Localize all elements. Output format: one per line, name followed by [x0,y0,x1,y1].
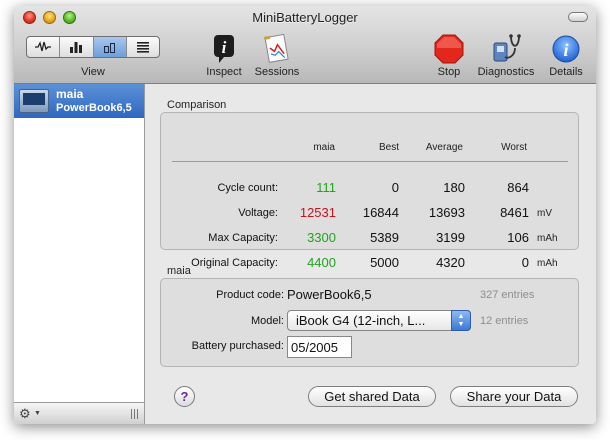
header-divider [172,161,568,162]
chevron-down-icon: ▼ [34,410,41,417]
resize-grip-icon[interactable] [131,409,138,419]
sessions-icon [263,33,289,63]
diagnostics-button[interactable]: Diagnostics [474,32,538,78]
view-label: View [81,66,105,78]
sessions-label: Sessions [254,66,300,78]
toolbar-toggle-button[interactable] [568,12,588,22]
view-bars-button[interactable] [60,37,94,57]
sidebar-item-maia[interactable]: maia PowerBook6,5 [14,84,144,118]
app-window: MiniBatteryLogger View i Inspect Session… [14,6,596,424]
stop-icon [434,34,464,64]
column-header-maia: maia [313,142,335,153]
sessions-button[interactable]: Sessions [252,32,302,78]
outline-bars-icon [103,43,115,53]
inspect-icon: i [214,35,234,63]
inspect-label: Inspect [206,66,242,78]
unit-label: mV [537,208,552,219]
product-code-value: PowerBook6,5 [287,287,372,302]
sidebar-footer: ⚙ ▼ [14,402,144,424]
value-best: 5000 [370,255,399,270]
model-entries-count: 12 entries [480,315,529,327]
value-maia: 3300 [307,230,336,245]
value-average: 13693 [428,205,465,220]
laptop-icon [19,89,49,113]
model-popup-value: iBook G4 (12-inch, L... [296,313,426,328]
waveform-icon [35,41,52,52]
comparison-box: maia Best Average Worst Cycle count: 111… [160,112,579,270]
value-best: 0 [391,180,399,195]
diagnostics-label: Diagnostics [477,66,535,78]
info-icon: i [552,35,580,63]
view-list-button[interactable] [127,37,159,57]
row-label-voltage: Voltage: [238,207,278,219]
stethoscope-icon [493,34,521,62]
value-maia: 111 [316,180,336,195]
column-header-best: Best [378,142,399,153]
bar-chart-icon [70,42,83,53]
model-popup[interactable]: iBook G4 (12-inch, L... ▲ ▼ [287,310,471,331]
svg-text:i: i [563,40,568,60]
share-your-data-button[interactable]: Share your Data [450,386,578,407]
value-maia: 4400 [307,255,336,270]
sidebar-item-name: maia [56,87,84,101]
value-worst: 0 [521,255,529,270]
comparison-section-title: Comparison [167,99,227,111]
unit-label: mAh [537,258,558,269]
view-waveform-button[interactable] [27,37,61,57]
battery-purchased-field[interactable] [287,336,352,358]
get-shared-data-button[interactable]: Get shared Data [308,386,436,407]
list-icon [136,42,149,53]
sidebar: maia PowerBook6,5 ⚙ ▼ [14,84,145,424]
svg-text:i: i [222,38,227,57]
stop-button[interactable]: Stop [432,32,466,78]
value-average: 4320 [436,255,465,270]
column-header-average: Average [425,142,463,153]
details-section-title: maia [167,265,191,277]
main-panel: Comparison maia Best Average Worst Cycle… [145,84,596,424]
sidebar-item-model: PowerBook6,5 [56,102,132,114]
value-worst: 864 [507,180,529,195]
popup-arrows-icon: ▲ ▼ [451,310,471,331]
toolbar: MiniBatteryLogger View i Inspect Session… [14,6,596,84]
value-worst: 106 [507,230,529,245]
inspect-button[interactable]: i Inspect [202,32,246,78]
value-maia: 12531 [299,205,336,220]
product-entries-count: 327 entries [480,289,535,301]
view-segmented-control [26,36,160,58]
battery-purchased-label: Battery purchased: [191,340,284,352]
window-title: MiniBatteryLogger [252,10,358,25]
row-label-cycle-count: Cycle count: [217,182,278,194]
view-outline-bars-button[interactable] [93,37,127,57]
details-button[interactable]: i Details [544,32,588,78]
value-worst: 8461 [500,205,529,220]
value-best: 16844 [362,205,399,220]
value-average: 180 [443,180,465,195]
value-average: 3199 [436,230,465,245]
model-label: Model: [250,315,284,327]
column-header-worst: Worst [501,142,527,153]
gear-icon[interactable]: ⚙ [19,406,31,422]
product-code-label: Product code: [216,289,284,301]
help-button[interactable]: ? [174,386,195,407]
value-best: 5389 [370,230,399,245]
details-label: Details [549,66,583,78]
row-label-max-capacity: Max Capacity: [208,232,278,244]
stop-label: Stop [437,66,461,78]
unit-label: mAh [537,233,558,244]
